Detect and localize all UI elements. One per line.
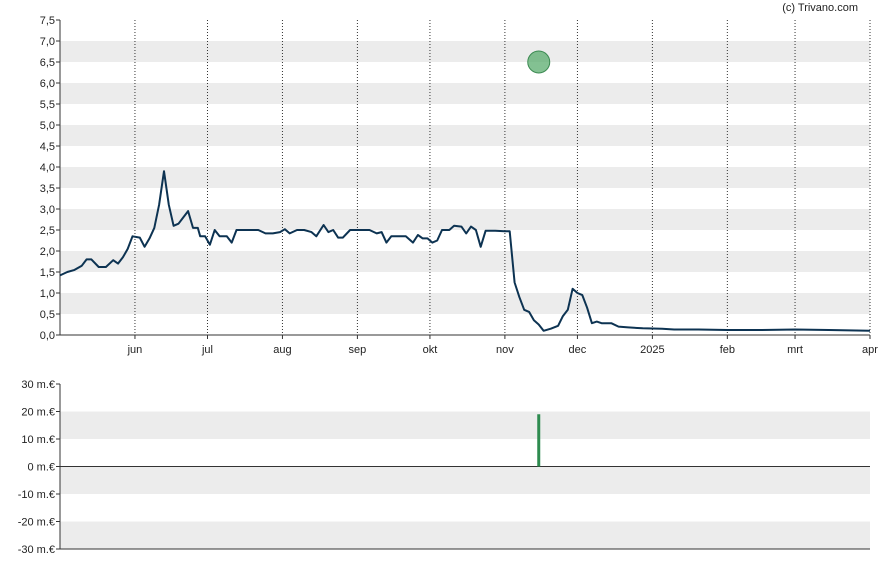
- volume-y-tick-label: -30 m.€: [18, 544, 55, 556]
- price-y-tick-label: 3,0: [40, 204, 55, 216]
- volume-y-tick-label: 0 m.€: [27, 462, 55, 474]
- price-x-tick-label: okt: [423, 344, 438, 356]
- volume-grid-band: [60, 466, 870, 494]
- price-x-tick-label: 2025: [640, 344, 664, 356]
- price-y-tick-label: 3,5: [40, 183, 55, 195]
- price-grid-band: [60, 41, 870, 62]
- volume-y-tick-label: -20 m.€: [18, 517, 55, 529]
- price-y-tick-label: 6,5: [40, 57, 55, 69]
- price-y-tick-label: 7,5: [40, 15, 55, 27]
- price-x-tick-label: dec: [569, 344, 587, 356]
- volume-chart: 30 m.€ 20 m.€ 10 m.€ 0 m.€ -10 m.€ -20 m.€ -30…: [18, 379, 870, 556]
- price-y-tick-label: 1,0: [40, 288, 55, 300]
- price-x-tick-label: apr: [862, 344, 878, 356]
- price-y-tick-label: 4,0: [40, 162, 55, 174]
- price-x-tick-label: sep: [349, 344, 367, 356]
- price-y-tick-label: 1,5: [40, 267, 55, 279]
- price-grid-bands: [60, 41, 870, 314]
- volume-y-tick-label: -10 m.€: [18, 489, 55, 501]
- volume-grid-band: [60, 411, 870, 439]
- price-x-tick-label: nov: [496, 344, 514, 356]
- price-x-tick-label: jun: [127, 344, 143, 356]
- volume-grid-band: [60, 521, 870, 549]
- price-x-tick-label: feb: [720, 344, 735, 356]
- chart-root: (c) Trivano.com 0,0 0,5 1,0 1,5 2,0 2,5 3,0 3,5…: [0, 0, 888, 565]
- price-grid-band: [60, 167, 870, 188]
- price-grid-band: [60, 125, 870, 146]
- volume-grid-bands: [60, 411, 870, 549]
- price-grid-band: [60, 293, 870, 314]
- volume-y-axis: 30 m.€ 20 m.€ 10 m.€ 0 m.€ -10 m.€ -20 m.€ -30…: [18, 379, 60, 556]
- price-x-tick-label: jul: [201, 344, 213, 356]
- price-y-tick-label: 7,0: [40, 36, 55, 48]
- chart-svg: 0,0 0,5 1,0 1,5 2,0 2,5 3,0 3,5 4,0 4,5 5,0 5,5 6,0 6…: [18, 15, 879, 556]
- credit-label: (c) Trivano.com: [782, 2, 858, 14]
- volume-y-tick-label: 20 m.€: [21, 407, 55, 419]
- price-x-tick-label: aug: [273, 344, 291, 356]
- price-y-tick-label: 5,0: [40, 120, 55, 132]
- price-x-tick-label: mrt: [787, 344, 803, 356]
- price-y-tick-label: 2,0: [40, 246, 55, 258]
- price-y-tick-label: 2,5: [40, 225, 55, 237]
- volume-y-tick-label: 10 m.€: [21, 434, 55, 446]
- price-event-marker: [527, 50, 551, 74]
- volume-bar: [537, 414, 541, 467]
- price-y-tick-label: 6,0: [40, 78, 55, 90]
- price-y-tick-label: 4,5: [40, 141, 55, 153]
- price-y-tick-label: 0,0: [40, 330, 55, 342]
- price-chart: 0,0 0,5 1,0 1,5 2,0 2,5 3,0 3,5 4,0 4,5 5,0 5,5 6,0 6…: [40, 15, 879, 356]
- price-y-tick-label: 5,5: [40, 99, 55, 111]
- volume-y-tick-label: 30 m.€: [21, 379, 55, 391]
- price-y-tick-label: 0,5: [40, 309, 55, 321]
- price-y-axis: 0,0 0,5 1,0 1,5 2,0 2,5 3,0 3,5 4,0 4,5 5,0 5,5 6,0 6…: [40, 15, 60, 342]
- price-grid-band: [60, 251, 870, 272]
- price-grid-band: [60, 83, 870, 104]
